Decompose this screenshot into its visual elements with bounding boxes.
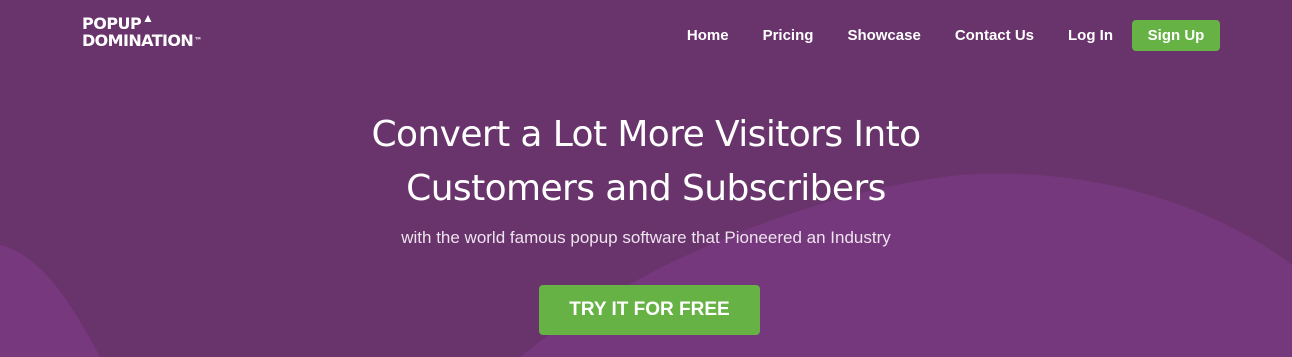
nav-home-link[interactable]: Home	[687, 27, 729, 44]
logo-wordmark: DOMINATION	[82, 31, 194, 50]
hero-headline-line-1: Convert a Lot More Visitors Into	[371, 114, 921, 155]
trademark-symbol: ™	[194, 36, 202, 45]
nav-login-link[interactable]: Log In	[1068, 27, 1113, 44]
try-it-free-button[interactable]: TRY IT FOR FREE	[539, 285, 760, 335]
signup-button[interactable]: Sign Up	[1132, 20, 1220, 51]
logo-line-2: DOMINATION™	[82, 32, 202, 50]
nav-pricing-link[interactable]: Pricing	[763, 27, 814, 44]
hero-headline: Convert a Lot More Visitors Into Custome…	[0, 108, 1292, 216]
nav-showcase-link[interactable]: Showcase	[847, 27, 920, 44]
logo-arrow-icon: ▲	[142, 11, 154, 25]
hero-headline-line-2: Customers and Subscribers	[406, 168, 886, 209]
background-wave-left	[0, 245, 100, 357]
logo[interactable]: POPUP ▲ DOMINATION™	[82, 11, 202, 50]
nav-contact-link[interactable]: Contact Us	[955, 27, 1034, 44]
hero-subheadline: with the world famous popup software tha…	[401, 228, 891, 247]
main-nav: Home Pricing Showcase Contact Us Log In …	[653, 20, 1220, 51]
